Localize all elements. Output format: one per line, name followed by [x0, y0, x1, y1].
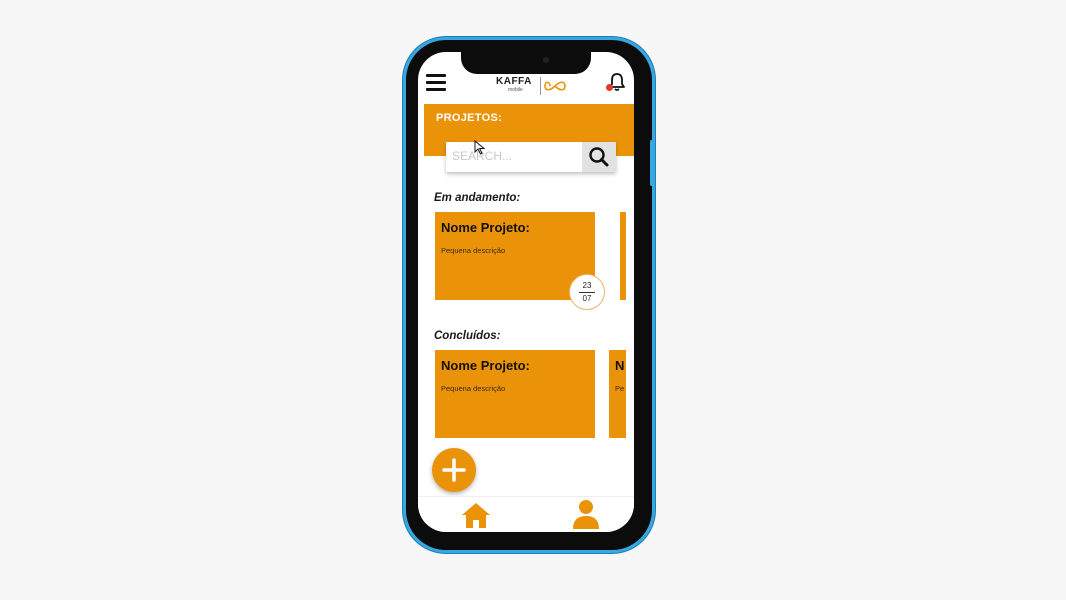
user-icon — [573, 500, 599, 529]
search-bar — [446, 142, 616, 172]
logo-infinity-icon — [544, 81, 566, 91]
home-icon — [462, 503, 490, 528]
project-card-peek[interactable] — [620, 212, 626, 300]
date-separator — [579, 292, 595, 293]
top-bar: KAFFA mobile — [418, 70, 634, 100]
hamburger-menu-icon[interactable] — [426, 74, 446, 92]
card-description-peek: Pe — [615, 384, 625, 393]
app-screen: KAFFA mobile PROJETOS: Em andamento: — [418, 52, 634, 532]
in-progress-label: Em andamento: — [434, 192, 521, 204]
logo-divider — [540, 77, 541, 95]
notification-badge — [606, 84, 613, 91]
card-description: Pequena descrição — [441, 384, 506, 393]
logo-text: KAFFA — [496, 76, 532, 87]
nav-profile[interactable] — [570, 499, 602, 529]
mouse-cursor-icon — [474, 140, 486, 155]
phone-side-button — [403, 130, 406, 162]
card-description: Pequena descrição — [441, 246, 506, 255]
card-title: Nome Projeto: — [441, 220, 530, 235]
nav-home[interactable] — [460, 501, 492, 529]
card-title: Nome Projeto: — [441, 358, 530, 373]
plus-icon — [442, 458, 466, 482]
project-card-peek[interactable]: N Pe — [609, 350, 626, 438]
bottom-navigation — [418, 496, 634, 532]
phone-side-button — [403, 168, 406, 200]
phone-side-button — [650, 140, 653, 186]
search-icon — [589, 147, 609, 167]
phone-notch — [461, 52, 591, 74]
camera — [543, 57, 549, 63]
notifications-bell[interactable] — [606, 72, 628, 94]
page-title: PROJETOS: — [436, 112, 503, 124]
search-button[interactable] — [582, 142, 616, 172]
card-title-peek: N — [615, 358, 625, 373]
add-project-button[interactable] — [432, 448, 476, 492]
project-card[interactable]: Nome Projeto: Pequena descrição — [435, 350, 595, 438]
completed-label: Concluídos: — [434, 330, 501, 342]
phone-side-button — [403, 100, 406, 120]
logo-subtext: mobile — [508, 87, 523, 93]
search-input[interactable] — [446, 142, 588, 170]
date-month: 07 — [582, 294, 592, 303]
date-day: 23 — [582, 281, 592, 290]
date-badge: 23 07 — [569, 274, 605, 310]
